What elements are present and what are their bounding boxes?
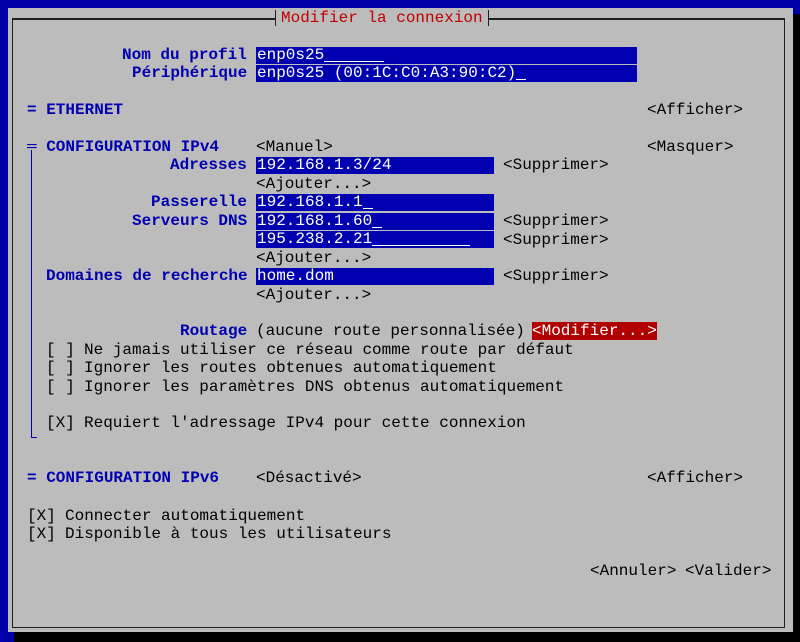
ethernet-section: = ETHERNET: [27, 101, 124, 119]
device-value: enp0s25 (00:1C:C0:A3:90:C2): [257, 64, 517, 82]
search-domains-label: Domaines de recherche: [46, 267, 248, 285]
search-domain-remove-button[interactable]: <Supprimer>: [503, 267, 609, 285]
option-label: Ignorer les paramètres DNS obtenus autom…: [84, 378, 565, 396]
dns-value: 192.168.1.60: [257, 212, 373, 230]
ok-button[interactable]: <Valider>: [685, 562, 771, 580]
option-label: Ne jamais utiliser ce réseau comme route…: [84, 341, 574, 359]
ipv4-hide-button[interactable]: <Masquer>: [647, 138, 733, 156]
routing-edit-button[interactable]: <Modifier...>: [532, 322, 657, 340]
dns-remove-button[interactable]: <Supprimer>: [503, 231, 609, 249]
dns-input[interactable]: 195.238.2.21: [256, 231, 494, 248]
dns-input[interactable]: 192.168.1.60: [256, 213, 494, 230]
dns-label: Serveurs DNS: [132, 212, 248, 230]
device-input[interactable]: enp0s25 (00:1C:C0:A3:90:C2): [256, 65, 637, 82]
field-underline: [362, 194, 373, 209]
search-domain-add-button[interactable]: <Ajouter...>: [256, 286, 371, 304]
address-add-button[interactable]: <Ajouter...>: [256, 175, 371, 193]
ipv4-section: ═ CONFIGURATION IPv4: [27, 138, 220, 156]
dialog-title: Modifier la connexion: [275, 9, 489, 27]
checkbox[interactable]: [ ]: [46, 378, 75, 396]
window-shadow: [793, 14, 800, 642]
cancel-button[interactable]: <Annuler>: [590, 562, 676, 580]
ipv4-tree-line: [31, 150, 32, 438]
dns-add-button[interactable]: <Ajouter...>: [256, 249, 371, 267]
field-underline: [516, 65, 527, 80]
checkbox[interactable]: [ ]: [46, 341, 75, 359]
checkbox[interactable]: [ ]: [46, 359, 75, 377]
ipv4-tree-end: [31, 437, 37, 438]
ipv6-show-button[interactable]: <Afficher>: [647, 469, 743, 487]
search-domain-input[interactable]: home.dom: [256, 268, 494, 285]
option-label: Ignorer les routes obtenues automatiquem…: [84, 359, 497, 377]
profile-name-input[interactable]: enp0s25: [256, 47, 637, 64]
ipv6-mode-select[interactable]: <Désactivé>: [256, 469, 362, 487]
option-label: Requiert l'adressage IPv4 pour cette con…: [84, 414, 526, 432]
checkbox[interactable]: [X]: [27, 525, 56, 543]
gateway-value: 192.168.1.1: [257, 193, 363, 211]
routing-label: Routage: [180, 322, 248, 340]
dns-remove-button[interactable]: <Supprimer>: [503, 212, 609, 230]
gateway-input[interactable]: 192.168.1.1: [256, 194, 494, 211]
checkbox[interactable]: [X]: [27, 507, 56, 525]
profile-name-value: enp0s25: [257, 46, 325, 64]
checkbox[interactable]: [X]: [46, 414, 75, 432]
option-label: Connecter automatiquement: [65, 507, 306, 525]
ipv4-mode-select[interactable]: <Manuel>: [256, 138, 333, 156]
option-label: Disponible à tous les utilisateurs: [65, 525, 392, 543]
ethernet-show-button[interactable]: <Afficher>: [647, 101, 743, 119]
dns-value: 195.238.2.21: [257, 230, 373, 248]
field-underline: [324, 47, 385, 62]
address-input[interactable]: 192.168.1.3/24: [256, 157, 494, 174]
field-underline: [372, 231, 471, 246]
gateway-label: Passerelle: [151, 193, 248, 211]
field-underline: [372, 213, 383, 228]
window-shadow: [14, 632, 800, 642]
ipv6-section: = CONFIGURATION IPv6: [27, 469, 220, 487]
routing-value: (aucune route personnalisée): [256, 322, 525, 340]
profile-name-label: Nom du profil: [122, 46, 247, 64]
addresses-label: Adresses: [170, 156, 247, 174]
address-remove-button[interactable]: <Supprimer>: [503, 156, 609, 174]
device-label: Périphérique: [132, 64, 248, 82]
